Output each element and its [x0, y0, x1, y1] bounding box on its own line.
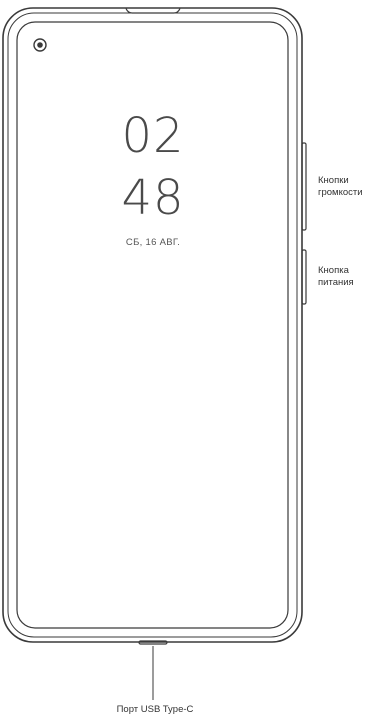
power-button: [301, 249, 307, 305]
lockscreen-date: СБ, 16 АВГ.: [125, 237, 181, 248]
phone-frame-outline: [7, 12, 298, 638]
volume-label-line2: громкости: [318, 187, 363, 198]
volume-label-line1: Кнопки: [318, 175, 349, 186]
power-button-label: Кнопка питания: [318, 265, 354, 289]
earpiece-slot: [125, 8, 181, 14]
power-label-line1: Кнопка: [318, 265, 349, 276]
usb-port-label: Порт USB Type-C: [116, 704, 194, 715]
clock-minutes: 48: [121, 170, 185, 226]
volume-buttons-label: Кнопки громкости: [318, 175, 363, 199]
power-label-line2: питания: [318, 277, 354, 288]
front-camera-lens: [37, 42, 43, 48]
phone-body-outline: [2, 7, 303, 643]
volume-buttons: [301, 142, 307, 231]
phone-diagram: [2, 7, 307, 700]
clock-hours: 02: [121, 108, 185, 164]
